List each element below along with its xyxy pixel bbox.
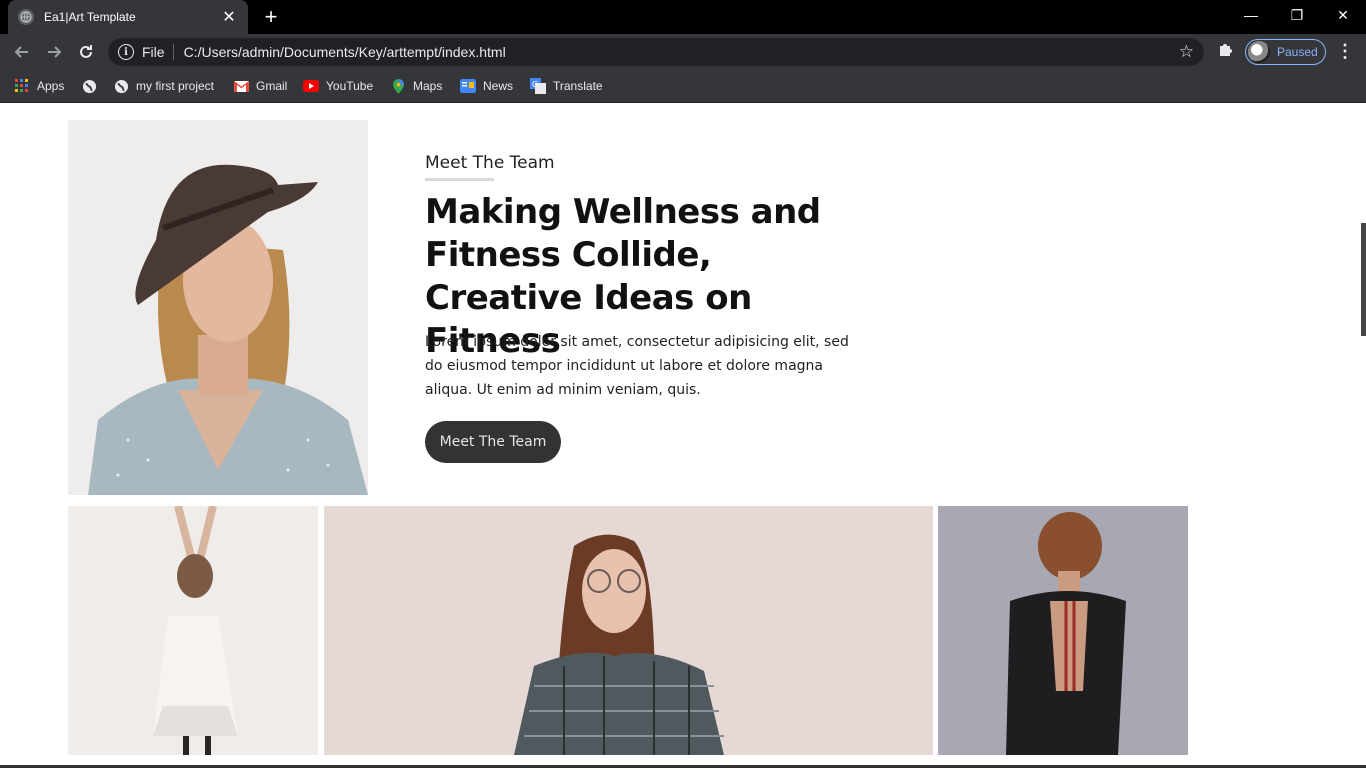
url-scheme-label: File — [142, 44, 174, 60]
address-bar[interactable]: i File C:/Users/admin/Documents/Key/artt… — [108, 38, 1204, 66]
browser-tab[interactable]: Ea1|Art Template ✕ — [8, 0, 248, 34]
restore-button[interactable]: ❐ — [1274, 0, 1320, 30]
bookmark-label: Apps — [37, 79, 65, 93]
bookmark-apps[interactable]: Apps — [14, 77, 64, 95]
reload-button[interactable] — [74, 40, 98, 64]
team-hero-photo — [68, 120, 368, 495]
back-button[interactable] — [10, 40, 34, 64]
avatar — [1248, 41, 1270, 63]
info-icon[interactable]: i — [118, 44, 134, 60]
svg-text:G: G — [532, 80, 538, 89]
close-window-button[interactable]: ✕ — [1320, 0, 1366, 30]
page-content: Meet The Team Making Wellness and Fitnes… — [0, 103, 1366, 768]
bookmark-label: Gmail — [256, 79, 288, 93]
youtube-icon — [303, 78, 319, 94]
tab-title: Ea1|Art Template — [44, 10, 136, 24]
gallery-photo-dancer — [68, 506, 318, 755]
forward-button[interactable] — [42, 40, 66, 64]
arrow-right-icon — [48, 46, 62, 58]
bookmark-label: Translate — [553, 79, 603, 93]
news-icon — [460, 78, 476, 94]
profile-button[interactable]: Paused — [1245, 39, 1326, 65]
bookmark-label: News — [483, 79, 514, 93]
bookmark-maps[interactable]: Maps — [390, 77, 442, 95]
url-text[interactable]: C:/Users/admin/Documents/Key/arttempt/in… — [184, 44, 506, 60]
bookmark-my-first-project[interactable]: my first project — [113, 77, 214, 95]
maps-pin-icon — [390, 78, 406, 94]
gallery-photo-plaid — [324, 506, 933, 755]
bookmark-translate[interactable]: G Translate — [530, 77, 603, 95]
bookmark-globe[interactable] — [81, 77, 104, 95]
meet-the-team-button[interactable]: Meet The Team — [425, 421, 561, 463]
menu-kebab-icon[interactable]: ⋮ — [1336, 42, 1354, 60]
bookmark-label: Maps — [413, 79, 443, 93]
bookmark-star-icon[interactable]: ☆ — [1179, 43, 1194, 61]
bookmarks-bar: Apps my first project Gmail YouTube Maps… — [0, 70, 1366, 103]
globe-icon — [113, 78, 129, 94]
bookmark-news[interactable]: News — [460, 77, 513, 95]
minimize-button[interactable]: — — [1228, 0, 1274, 30]
extensions-puzzle-icon[interactable] — [1216, 40, 1236, 60]
bookmark-label: YouTube — [326, 79, 374, 93]
reload-icon — [80, 45, 92, 58]
section-eyebrow: Meet The Team — [425, 153, 555, 173]
globe-icon — [81, 78, 97, 94]
gallery-photo-black-dress — [938, 506, 1188, 755]
new-tab-button[interactable]: + — [258, 4, 284, 30]
close-tab-icon[interactable]: ✕ — [220, 7, 238, 27]
bookmark-gmail[interactable]: Gmail — [233, 77, 287, 95]
page-scrollbar-thumb[interactable] — [1361, 223, 1366, 336]
profile-status: Paused — [1277, 45, 1318, 59]
gmail-icon — [233, 78, 249, 94]
apps-grid-icon — [14, 78, 30, 94]
globe-icon — [18, 9, 34, 25]
eyebrow-underline — [425, 178, 494, 181]
tab-strip: Ea1|Art Template ✕ + — ❐ ✕ — [0, 0, 1366, 34]
arrow-left-icon — [14, 46, 28, 58]
translate-icon: G — [530, 78, 546, 94]
bookmark-label: my first project — [136, 79, 215, 93]
bookmark-youtube[interactable]: YouTube — [303, 77, 373, 95]
browser-toolbar: i File C:/Users/admin/Documents/Key/artt… — [0, 34, 1366, 70]
section-body-text: Lorem ipsum dolor sit amet, consectetur … — [425, 334, 849, 398]
